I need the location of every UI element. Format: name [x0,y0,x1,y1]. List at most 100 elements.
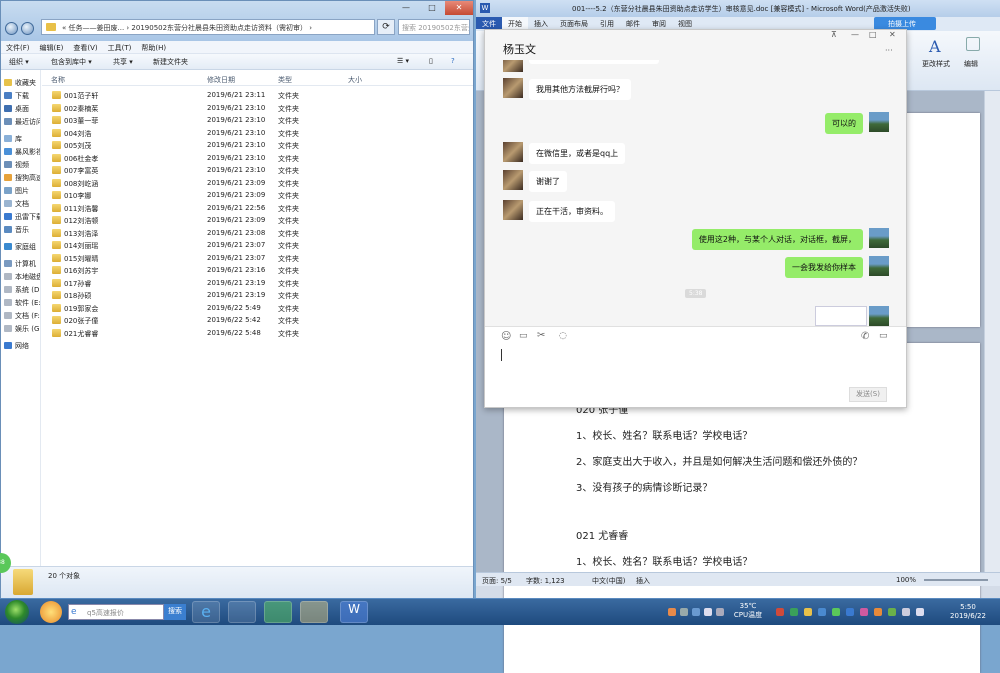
page-indicator[interactable]: 页面: 5/5 [482,576,512,586]
column-size[interactable]: 大小 [348,75,362,85]
file-row[interactable]: 004刘浩 2019/6/21 23:10 文件夹 [42,127,473,140]
nav-item[interactable]: 桌面 [4,104,40,115]
tray-icon[interactable] [668,608,676,616]
language[interactable]: 中文(中国) [592,576,625,586]
back-button[interactable] [5,22,18,35]
tray-icon[interactable] [790,608,798,616]
ribbon-tab[interactable]: 引用 [594,17,620,29]
tray-icon[interactable] [888,608,896,616]
column-type[interactable]: 类型 [278,75,292,85]
video-call-icon[interactable]: ▭ [879,331,888,341]
edit-label[interactable]: 编辑 [964,59,978,69]
file-row[interactable]: 015刘曜晴 2019/6/21 23:07 文件夹 [42,252,473,265]
nav-item[interactable]: 文档 [4,199,40,210]
wechat-icon[interactable] [264,601,292,623]
pin-icon[interactable]: ⊼ [831,30,837,39]
close-button[interactable]: ✕ [889,30,896,39]
file-row[interactable]: 019郭家会 2019/6/22 5:49 文件夹 [42,302,473,315]
maximize-button[interactable]: □ [869,30,877,39]
tray-icon[interactable] [680,608,688,616]
tray-icon[interactable] [874,608,882,616]
view-options-icon[interactable]: ☰ ▾ [397,57,409,65]
share-button[interactable]: 共享 ▾ [113,57,133,67]
tray-icon[interactable] [776,608,784,616]
column-date[interactable]: 修改日期 [207,75,235,85]
include-in-library-button[interactable]: 包含到库中 ▾ [51,57,92,67]
tray-icon[interactable] [846,608,854,616]
menu-item[interactable]: 帮助(H) [136,41,171,53]
scissors-icon[interactable]: ✂ [537,330,545,341]
file-row[interactable]: 002秦楠茱 2019/6/21 23:10 文件夹 [42,102,473,115]
address-bar[interactable]: « 任务——姜田废... › 20190502东营分社晨县朱田资助点走访资料（需… [41,19,375,35]
file-row[interactable]: 013刘浩泽 2019/6/21 23:08 文件夹 [42,227,473,240]
organize-button[interactable]: 组织 ▾ [9,57,29,67]
nav-item[interactable]: 图片 [4,186,40,197]
ribbon-tab[interactable]: 文件 [476,17,502,29]
file-row[interactable]: 021尤睿睿 2019/6/22 5:48 文件夹 [42,327,473,340]
nav-item[interactable]: 收藏夹 [4,78,40,89]
nav-item[interactable]: 最近访问的位置 [4,117,40,128]
file-row[interactable]: 018孙硕 2019/6/21 23:19 文件夹 [42,289,473,302]
help-icon[interactable]: ? [451,57,455,65]
file-row[interactable]: 011刘浩馨 2019/6/21 22:56 文件夹 [42,202,473,215]
search-input[interactable]: 搜索 20190502东营分... [398,19,470,35]
file-icon[interactable]: ▭ [519,331,528,341]
vertical-scrollbar[interactable] [984,91,1000,572]
file-row[interactable]: 014刘丽瑶 2019/6/21 23:07 文件夹 [42,239,473,252]
volume-icon[interactable] [916,608,924,616]
menu-item[interactable]: 工具(T) [103,41,137,53]
start-button[interactable] [5,600,29,624]
more-button[interactable]: ··· [885,46,893,55]
tray-icon[interactable] [692,608,700,616]
taskbar-search-button[interactable]: 搜索 [164,604,186,620]
nav-item[interactable]: 音乐 [4,225,40,236]
menu-item[interactable]: 编辑(E) [35,41,69,53]
app-icon[interactable] [40,601,62,623]
nav-item[interactable]: 软件 (E:) [4,298,40,309]
ribbon-tab[interactable]: 开始 [502,17,528,29]
file-row[interactable]: 017孙睿 2019/6/21 23:19 文件夹 [42,277,473,290]
insert-mode[interactable]: 插入 [636,576,650,586]
nav-item[interactable]: 家庭组 [4,242,40,253]
minimize-button[interactable]: — [393,1,419,15]
preview-pane-icon[interactable]: ▯ [429,57,433,65]
nav-item[interactable]: 本地磁盘 (C:) [4,272,40,283]
menu-item[interactable]: 文件(F) [1,41,35,53]
tray-icon[interactable] [832,608,840,616]
ribbon-tab[interactable]: 视图 [672,17,698,29]
image-message[interactable] [815,306,867,326]
clock[interactable]: 5:50 2019/6/22 [940,603,996,621]
nav-item[interactable]: 娱乐 (G:) [4,324,40,335]
file-row[interactable]: 003董一菲 2019/6/21 23:10 文件夹 [42,114,473,127]
minimize-button[interactable]: — [851,30,859,39]
explorer-icon[interactable] [300,601,328,623]
ribbon-tab[interactable]: 审阅 [646,17,672,29]
tray-icon[interactable] [804,608,812,616]
nav-item[interactable]: 系统 (D:) [4,285,40,296]
nav-item[interactable]: 暴风影视库 [4,147,40,158]
new-folder-button[interactable]: 新建文件夹 [153,57,188,67]
change-styles-label[interactable]: 更改样式 [922,59,950,69]
close-button[interactable]: ✕ [445,1,473,15]
send-button[interactable]: 发送(S) [849,387,887,402]
file-row[interactable]: 012刘浩顿 2019/6/21 23:09 文件夹 [42,214,473,227]
nav-item[interactable]: 计算机 [4,259,40,270]
file-row[interactable]: 008刘屹涵 2019/6/21 23:09 文件夹 [42,177,473,190]
network-icon[interactable] [902,608,910,616]
emoji-icon[interactable]: ☺ [501,331,511,342]
word-icon[interactable]: W [340,601,368,623]
nav-item[interactable]: 下载 [4,91,40,102]
tray-icon[interactable] [704,608,712,616]
menu-item[interactable]: 查看(V) [68,41,102,53]
nav-item[interactable]: 搜狗高速下载 [4,173,40,184]
chat-input-area[interactable]: ☺ ▭ ✂ ◌ ✆ ▭ 发送(S) [485,326,906,407]
nav-item[interactable]: 文档 (F:) [4,311,40,322]
column-name[interactable]: 名称 [51,75,65,85]
file-row[interactable]: 007李富英 2019/6/21 23:10 文件夹 [42,164,473,177]
forward-button[interactable] [21,22,34,35]
styles-icon[interactable]: A [929,37,941,56]
refresh-button[interactable]: ⟳ [377,19,395,35]
app-icon[interactable] [228,601,256,623]
maximize-button[interactable]: □ [419,1,445,15]
ribbon-tab[interactable]: 插入 [528,17,554,29]
